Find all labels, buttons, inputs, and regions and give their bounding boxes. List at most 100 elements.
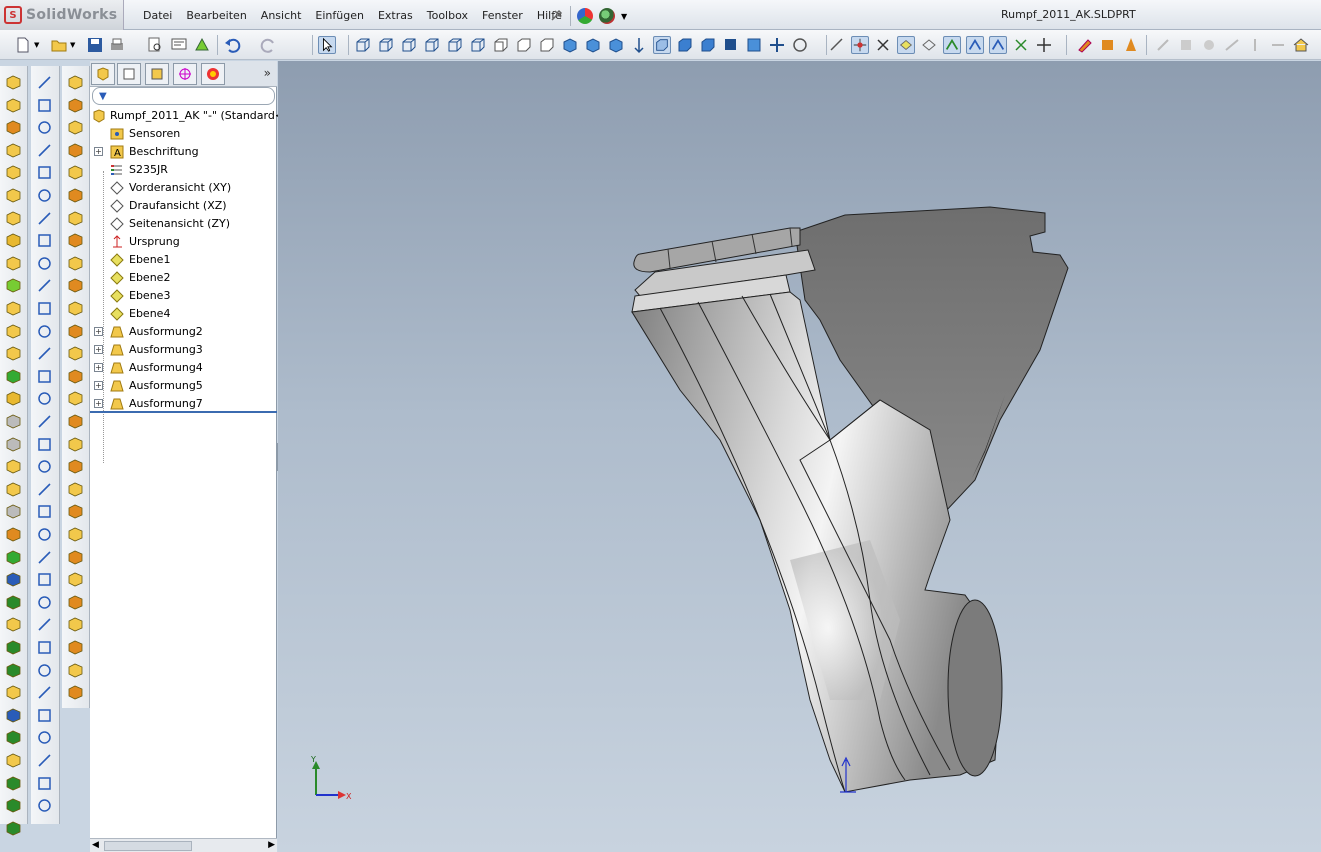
menu-bearbeiten[interactable]: Bearbeiten <box>179 9 253 22</box>
view-left-icon[interactable] <box>400 36 418 54</box>
feature-tool-icon[interactable] <box>5 662 22 679</box>
sketch-tool-icon[interactable] <box>36 300 53 317</box>
view-parting-lines-icon[interactable] <box>1012 36 1030 54</box>
tree-item[interactable]: Ebene1 <box>90 251 277 269</box>
sketch-tool-icon[interactable] <box>36 164 53 181</box>
tab-feature-tree[interactable] <box>91 63 115 85</box>
sketch-tool-icon[interactable] <box>36 458 53 475</box>
tree-item[interactable]: Draufansicht (XZ) <box>90 197 277 215</box>
print-icon[interactable] <box>108 36 126 54</box>
sketch-tool-icon[interactable] <box>36 707 53 724</box>
tree-item[interactable]: + Ausformung5 <box>90 377 277 395</box>
view-coordinate-systems-icon[interactable] <box>1035 36 1053 54</box>
tab-configuration-manager[interactable] <box>145 63 169 85</box>
feature-tool-icon[interactable] <box>5 594 22 611</box>
reference-tool-icon[interactable] <box>67 97 84 114</box>
undo-icon[interactable] <box>223 36 241 54</box>
menu-fenster[interactable]: Fenster <box>475 9 530 22</box>
reference-tool-icon[interactable] <box>67 277 84 294</box>
pan-icon[interactable] <box>768 36 786 54</box>
sketch-tool-icon[interactable] <box>36 481 53 498</box>
feature-tool-icon[interactable] <box>5 549 22 566</box>
tab-property-manager[interactable] <box>117 63 141 85</box>
rollback-bar[interactable] <box>90 411 277 413</box>
reference-tool-icon[interactable] <box>67 142 84 159</box>
reference-tool-icon[interactable] <box>67 616 84 633</box>
sketch-tool-icon[interactable] <box>36 752 53 769</box>
shaded-with-edges-icon[interactable] <box>676 36 694 54</box>
reference-tool-icon[interactable] <box>67 232 84 249</box>
perspective-icon[interactable] <box>745 36 763 54</box>
sketch-tool-icon[interactable] <box>36 662 53 679</box>
reference-tool-icon[interactable] <box>67 436 84 453</box>
feature-tool-icon[interactable] <box>5 752 22 769</box>
scroll-right-icon[interactable]: ▶ <box>268 840 275 850</box>
feature-tool-icon[interactable] <box>5 390 22 407</box>
view-temp-axes-icon[interactable] <box>920 36 938 54</box>
shadows-icon[interactable] <box>722 36 740 54</box>
new-document-icon[interactable] <box>14 36 32 54</box>
dropdown-arrow-icon[interactable]: ▼ <box>34 41 42 59</box>
sketch-tool-icon[interactable] <box>36 503 53 520</box>
reference-tool-icon[interactable] <box>67 255 84 272</box>
reference-tool-icon[interactable] <box>67 323 84 340</box>
feature-tool-icon[interactable] <box>5 639 22 656</box>
sketch-tool-icon[interactable] <box>36 729 53 746</box>
select-icon[interactable] <box>318 36 336 54</box>
feature-tool-icon[interactable] <box>5 300 22 317</box>
tree-item[interactable]: + A Beschriftung <box>90 143 277 161</box>
sketch-tool-icon[interactable] <box>36 436 53 453</box>
sketch-tool-icon[interactable] <box>36 97 53 114</box>
tab-display-manager[interactable] <box>201 63 225 85</box>
tree-root[interactable]: Rumpf_2011_AK "-" (Standard<< <box>90 107 293 125</box>
expand-toggle-icon[interactable]: + <box>94 147 103 156</box>
view-normal-to-icon[interactable] <box>492 36 510 54</box>
sketch-tool-icon[interactable] <box>36 187 53 204</box>
sketch-tool-icon[interactable] <box>36 616 53 633</box>
sketch-tool-icon[interactable] <box>36 74 53 91</box>
sketch-icon[interactable] <box>828 36 846 54</box>
feature-tool-icon[interactable] <box>5 481 22 498</box>
feature-tool-icon[interactable] <box>5 616 22 633</box>
expand-panel-icon[interactable]: » <box>264 66 271 80</box>
reference-tool-icon[interactable] <box>67 458 84 475</box>
feature-tool-icon[interactable] <box>5 526 22 543</box>
view-front-icon[interactable] <box>354 36 372 54</box>
sketch-tool-icon[interactable] <box>36 277 53 294</box>
tree-item[interactable]: S235JR <box>90 161 277 179</box>
view-top-icon[interactable] <box>446 36 464 54</box>
print-preview-icon[interactable] <box>146 36 164 54</box>
reference-tool-icon[interactable] <box>67 639 84 656</box>
view-axes-icon[interactable] <box>874 36 892 54</box>
feature-tool-icon[interactable] <box>5 436 22 453</box>
sketch-tool-icon[interactable] <box>36 526 53 543</box>
part-model[interactable] <box>278 61 1321 852</box>
feature-tool-icon[interactable] <box>5 74 22 91</box>
sketch-tool-icon[interactable] <box>36 413 53 430</box>
reference-tool-icon[interactable] <box>67 300 84 317</box>
view-curves-icon[interactable] <box>989 36 1007 54</box>
open-folder-icon[interactable] <box>50 36 68 54</box>
feature-tool-icon[interactable] <box>5 323 22 340</box>
redo-icon[interactable] <box>260 36 278 54</box>
graphics-area[interactable]: Y X <box>278 61 1321 852</box>
edit-appearance-icon[interactable] <box>1076 36 1094 54</box>
expand-toggle-icon[interactable]: + <box>94 345 103 354</box>
sketch-tool-icon[interactable] <box>36 775 53 792</box>
tree-item[interactable]: Ebene4 <box>90 305 277 323</box>
sketch-tool-icon[interactable] <box>36 571 53 588</box>
sketch-tool-icon[interactable] <box>36 797 53 814</box>
sketch-tool-icon[interactable] <box>36 549 53 566</box>
sketch-tool-icon[interactable] <box>36 210 53 227</box>
sketch-tool-icon[interactable] <box>36 142 53 159</box>
reference-tool-icon[interactable] <box>67 662 84 679</box>
feature-tool-icon[interactable] <box>5 368 22 385</box>
sketch-tool-icon[interactable] <box>36 639 53 656</box>
expand-toggle-icon[interactable]: + <box>94 381 103 390</box>
feature-tool-icon[interactable] <box>5 503 22 520</box>
view-sketches-icon[interactable] <box>943 36 961 54</box>
reference-tool-icon[interactable] <box>67 368 84 385</box>
feature-tool-icon[interactable] <box>5 458 22 475</box>
save-icon[interactable] <box>86 36 104 54</box>
rebuild-icon[interactable] <box>193 36 211 54</box>
